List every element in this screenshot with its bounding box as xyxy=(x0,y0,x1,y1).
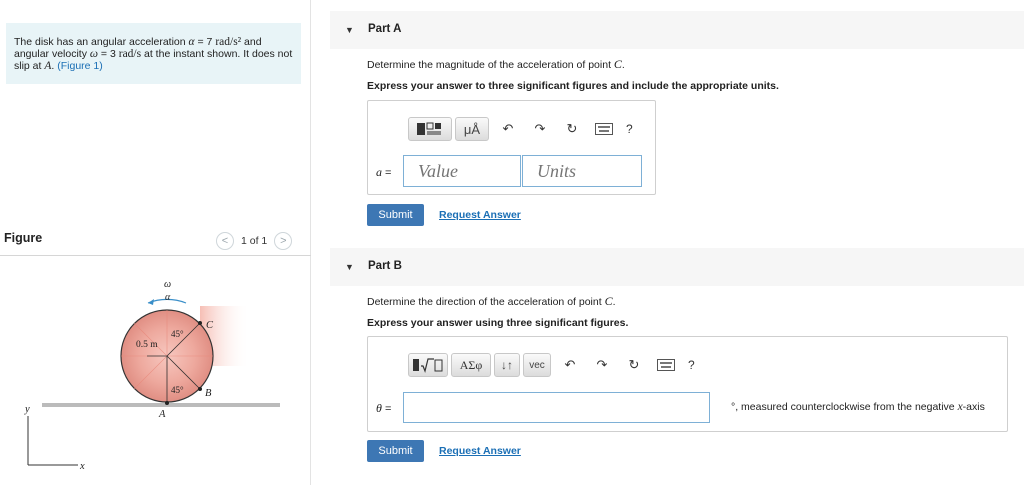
theta-input[interactable] xyxy=(403,392,710,423)
figure-pager: < 1 of 1 > xyxy=(216,232,293,250)
page-count: 1 of 1 xyxy=(241,235,268,247)
part-b-answer-box: ΑΣφ ↓↑ vec ↶ ↷ ↻ ? θ = °, measured count… xyxy=(367,336,1008,432)
equals-sign: = xyxy=(381,403,392,415)
reset-icon[interactable]: ↻ xyxy=(622,353,646,377)
templates-sqrt-button[interactable] xyxy=(408,353,448,377)
next-figure-button[interactable]: > xyxy=(274,232,293,250)
point-c-dot xyxy=(198,321,202,325)
question-text: Determine the magnitude of the accelerat… xyxy=(367,59,614,71)
alpha-unit: rad/s² xyxy=(215,36,242,48)
point-c-label: C xyxy=(206,320,214,331)
question-point: C xyxy=(604,294,613,308)
omega-unit: rad/s xyxy=(118,48,142,60)
part-a-title: Part A xyxy=(368,23,402,35)
problem-text: = 7 xyxy=(194,36,216,48)
keyboard-icon[interactable] xyxy=(654,353,678,377)
part-b-request-answer-link[interactable]: Request Answer xyxy=(439,445,521,457)
keyboard-icon[interactable] xyxy=(592,117,616,141)
help-icon[interactable]: ? xyxy=(626,122,633,136)
part-a-question: Determine the magnitude of the accelerat… xyxy=(367,57,625,72)
part-b-toolbar: ΑΣφ ↓↑ vec ↶ ↷ ↻ ? xyxy=(408,353,695,377)
subscript-button[interactable]: ↓↑ xyxy=(494,353,520,377)
figure-link[interactable]: (Figure 1) xyxy=(57,60,103,72)
sqrt-template-icon xyxy=(413,358,443,373)
problem-text: The disk has an angular acceleration xyxy=(14,36,189,48)
part-b-title: Part B xyxy=(368,260,402,272)
equals-sign: = xyxy=(382,167,392,179)
figure-header: Figure < 1 of 1 > xyxy=(0,228,311,256)
arrows-updown-icon: ↓↑ xyxy=(501,358,513,372)
part-a-header[interactable]: ▼ Part A xyxy=(330,11,1024,49)
part-b-instruction: Express your answer using three signific… xyxy=(367,317,629,329)
point-a-label: A xyxy=(158,409,166,420)
question-text: . xyxy=(612,296,616,308)
templates-icon xyxy=(417,122,441,135)
ground xyxy=(42,403,280,407)
undo-icon[interactable]: ↶ xyxy=(496,117,520,141)
problem-statement: The disk has an angular acceleration α =… xyxy=(6,23,301,84)
part-b-question: Determine the direction of the accelerat… xyxy=(367,294,616,309)
point-b-dot xyxy=(198,387,202,391)
radius-label: 0.5 m xyxy=(136,340,158,350)
y-axis-label: y xyxy=(24,404,30,415)
templates-button[interactable] xyxy=(408,117,452,141)
problem-text: = 3 xyxy=(98,48,119,60)
part-b-var-label: θ = xyxy=(376,401,391,416)
collapse-triangle-icon[interactable]: ▼ xyxy=(345,25,354,35)
suffix-text: °, measured counterclockwise from the ne… xyxy=(731,401,958,413)
omega-label: ω xyxy=(164,279,171,290)
alpha-label: α xyxy=(165,292,171,303)
point-b-label: B xyxy=(205,388,212,399)
question-text: . xyxy=(621,59,625,71)
collapse-triangle-icon[interactable]: ▼ xyxy=(345,262,354,272)
redo-icon[interactable]: ↷ xyxy=(528,117,552,141)
undo-icon[interactable]: ↶ xyxy=(558,353,582,377)
value-input[interactable] xyxy=(403,155,521,187)
redo-icon[interactable]: ↷ xyxy=(590,353,614,377)
part-b-submit-button[interactable]: Submit xyxy=(367,440,424,462)
angle-suffix: °, measured counterclockwise from the ne… xyxy=(731,401,985,413)
point-a-dot xyxy=(165,401,169,405)
angle-bottom-label: 45° xyxy=(171,385,184,395)
part-a-submit-button[interactable]: Submit xyxy=(367,204,424,226)
part-a-request-answer-link[interactable]: Request Answer xyxy=(439,209,521,221)
figure-title: Figure xyxy=(4,231,43,245)
part-b-header[interactable]: ▼ Part B xyxy=(330,248,1024,286)
suffix-text: -axis xyxy=(962,401,985,413)
angle-top-label: 45° xyxy=(171,329,184,339)
units-input[interactable] xyxy=(522,155,642,187)
rotation-arrowhead xyxy=(148,299,154,305)
help-icon[interactable]: ? xyxy=(688,358,695,372)
vector-button[interactable]: vec xyxy=(523,353,551,377)
prev-figure-button[interactable]: < xyxy=(216,232,234,250)
disk-figure: ω α 0.5 m 45° 45° C B A y x xyxy=(0,270,311,485)
part-a-answer-box: μÅ ↶ ↷ ↻ ? a = xyxy=(367,100,656,195)
x-axis-label: x xyxy=(79,461,85,472)
question-point: C xyxy=(613,57,622,71)
omega-symbol: ω xyxy=(89,48,98,60)
units-button[interactable]: μÅ xyxy=(455,117,489,141)
part-a-toolbar: μÅ ↶ ↷ ↻ ? xyxy=(408,117,633,141)
reset-icon[interactable]: ↻ xyxy=(560,117,584,141)
part-a-var-label: a = xyxy=(376,165,391,180)
greek-symbols-button[interactable]: ΑΣφ xyxy=(451,353,491,377)
left-panel: The disk has an angular acceleration α =… xyxy=(0,0,311,485)
question-text: Determine the direction of the accelerat… xyxy=(367,296,605,308)
part-a-instruction: Express your answer to three significant… xyxy=(367,80,779,92)
disk-diagram: ω α 0.5 m 45° 45° C B A y x xyxy=(24,279,280,472)
